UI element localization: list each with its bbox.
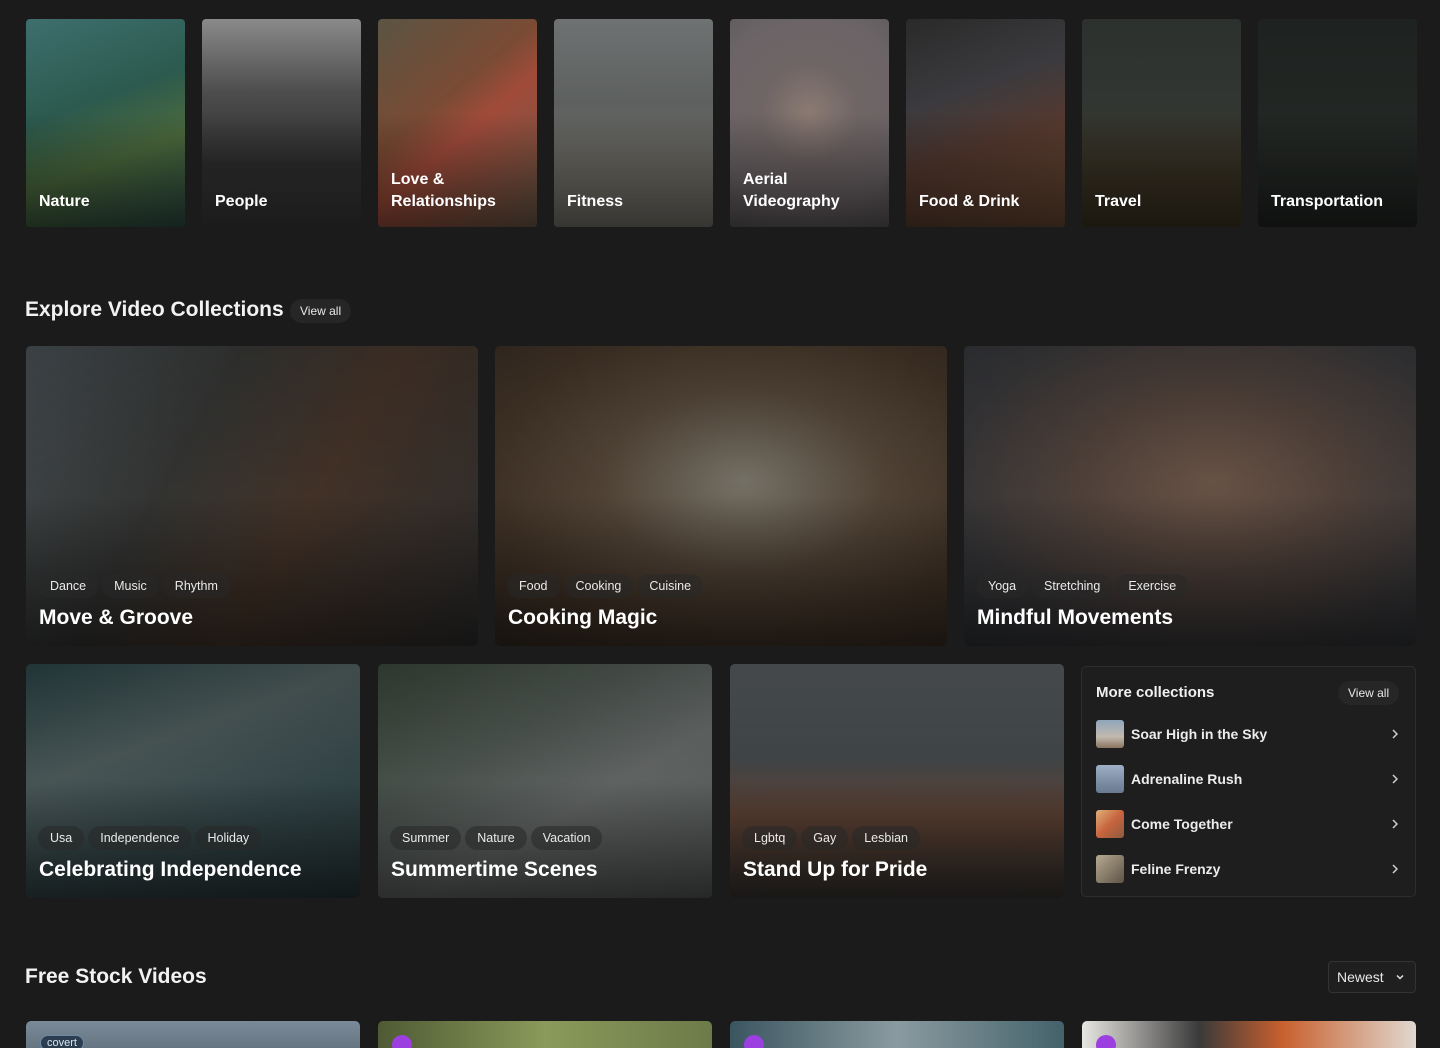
tag[interactable]: Nature [465, 826, 527, 850]
tag[interactable]: Rhythm [162, 574, 230, 598]
tag-list: Dance Music Rhythm [38, 574, 230, 598]
category-label: Transportation [1271, 193, 1384, 210]
chevron-down-icon [1396, 974, 1404, 980]
section-title-stock-videos: Free Stock Videos [25, 965, 207, 988]
collection-title: Celebrating Independence [39, 858, 302, 881]
chevron-right-icon [1392, 864, 1399, 874]
more-collections-item[interactable]: Come Together [1096, 809, 1402, 839]
category-label: People [215, 193, 268, 210]
category-label: Aerial Videography [743, 171, 840, 210]
category-label: Nature [39, 193, 90, 210]
collection-card-cooking-magic[interactable]: Food Cooking Cuisine Cooking Magic [495, 346, 947, 646]
more-collections-item[interactable]: Soar High in the Sky [1096, 719, 1402, 749]
video-thumbnail[interactable] [378, 1021, 712, 1048]
collection-card-mindful-movements[interactable]: Yoga Stretching Exercise Mindful Movemen… [964, 346, 1416, 646]
category-tile-travel[interactable]: Travel [1082, 19, 1241, 227]
premium-badge-icon [392, 1035, 412, 1048]
tag[interactable]: Vacation [530, 826, 603, 850]
collection-thumbnail [1096, 855, 1124, 883]
premium-badge-icon [1096, 1035, 1116, 1048]
category-tile-fitness[interactable]: Fitness [554, 19, 713, 227]
collection-thumbnail [1096, 810, 1124, 838]
video-thumbnail[interactable] [1082, 1021, 1416, 1048]
tag[interactable]: Dance [38, 574, 99, 598]
tag-list: Usa Independence Holiday [38, 826, 262, 850]
tag[interactable]: Cooking [563, 574, 634, 598]
category-label: Fitness [567, 193, 624, 210]
chevron-right-icon [1392, 774, 1399, 784]
more-collections-item-label: Soar High in the Sky [1131, 726, 1268, 742]
brand-badge: covert [40, 1035, 84, 1048]
collections-view-all-button[interactable]: View all [290, 299, 352, 323]
more-collections-item[interactable]: Feline Frenzy [1096, 854, 1402, 884]
collection-title: Cooking Magic [508, 606, 658, 629]
tag-list: Summer Nature Vacation [390, 826, 603, 850]
category-tile-food-drink[interactable]: Food & Drink [906, 19, 1065, 227]
tag[interactable]: Cuisine [637, 574, 704, 598]
collection-title: Summertime Scenes [391, 858, 598, 881]
category-tile-transportation[interactable]: Transportation [1258, 19, 1417, 227]
collection-title: Stand Up for Pride [743, 858, 928, 881]
more-collections-item-label: Come Together [1131, 816, 1233, 832]
collection-title: Move & Groove [39, 606, 194, 629]
tag[interactable]: Lesbian [852, 826, 921, 850]
category-label: Travel [1095, 193, 1142, 210]
collection-card-move-groove[interactable]: Dance Music Rhythm Move & Groove [26, 346, 478, 646]
collection-card-stand-up-for-pride[interactable]: Lgbtq Gay Lesbian Stand Up for Pride [730, 664, 1064, 898]
tag[interactable]: Music [102, 574, 159, 598]
collection-card-celebrating-independence[interactable]: Usa Independence Holiday Celebrating Ind… [26, 664, 360, 898]
tag[interactable]: Independence [88, 826, 192, 850]
tag[interactable]: Food [507, 574, 560, 598]
collection-card-summertime-scenes[interactable]: Summer Nature Vacation Summertime Scenes [378, 664, 712, 898]
premium-badge-icon [744, 1035, 764, 1048]
collection-thumbnail [1096, 765, 1124, 793]
category-tile-love-relationships[interactable]: Love & Relationships [378, 19, 537, 227]
tag-list: Food Cooking Cuisine [507, 574, 704, 598]
more-collections-title: More collections [1096, 684, 1215, 701]
category-tile-nature[interactable]: Nature [26, 19, 185, 227]
tag-list: Yoga Stretching Exercise [976, 574, 1189, 598]
tag[interactable]: Holiday [195, 826, 262, 850]
more-collections-item-label: Feline Frenzy [1131, 861, 1221, 877]
more-collections-view-all-button[interactable]: View all [1338, 681, 1400, 705]
category-label: Food & Drink [919, 193, 1020, 210]
tag[interactable]: Yoga [976, 574, 1029, 598]
tag[interactable]: Summer [390, 826, 462, 850]
tag[interactable]: Lgbtq [742, 826, 798, 850]
collection-title: Mindful Movements [977, 606, 1174, 629]
chevron-right-icon [1392, 819, 1399, 829]
section-title-collections: Explore Video Collections [25, 298, 284, 321]
tag-list: Lgbtq Gay Lesbian [742, 826, 921, 850]
more-collections-item-label: Adrenaline Rush [1131, 771, 1243, 787]
more-collections-panel: More collections View all Soar High in t… [1081, 666, 1416, 897]
tag[interactable]: Exercise [1116, 574, 1189, 598]
sort-dropdown[interactable]: Newest [1328, 961, 1416, 993]
category-tile-aerial-videography[interactable]: Aerial Videography [730, 19, 889, 227]
video-thumbnail[interactable] [730, 1021, 1064, 1048]
video-thumbnail[interactable]: covert [26, 1021, 360, 1048]
tag[interactable]: Usa [38, 826, 85, 850]
tag[interactable]: Gay [801, 826, 849, 850]
collection-thumbnail [1096, 720, 1124, 748]
tag[interactable]: Stretching [1032, 574, 1113, 598]
category-tile-people[interactable]: People [202, 19, 361, 227]
sort-dropdown-value: Newest [1337, 969, 1384, 985]
more-collections-item[interactable]: Adrenaline Rush [1096, 764, 1402, 794]
chevron-right-icon [1392, 729, 1399, 739]
category-label: Love & Relationships [391, 171, 496, 210]
